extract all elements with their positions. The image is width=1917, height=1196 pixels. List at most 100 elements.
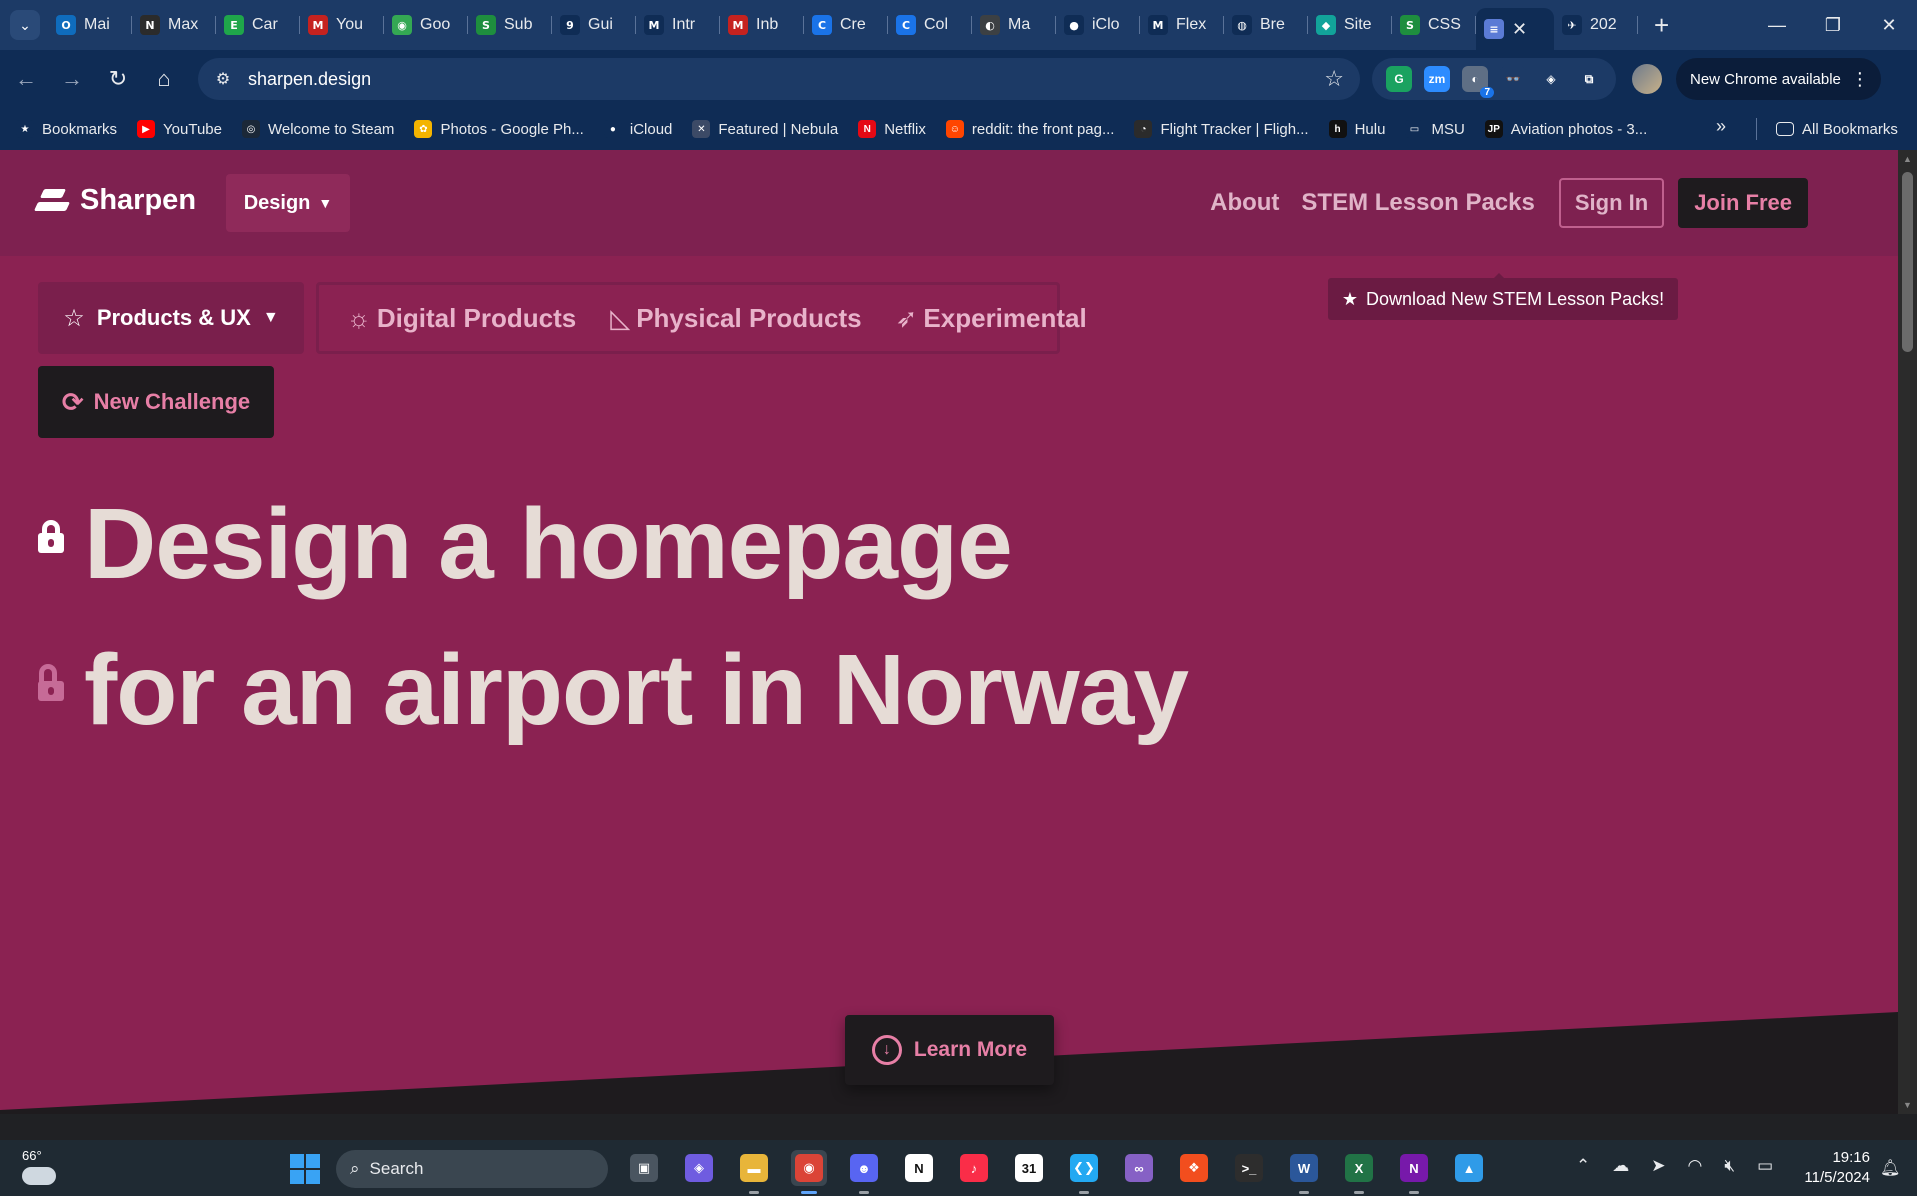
figma-icon[interactable]: ❖ (1176, 1150, 1212, 1186)
bookmark-item[interactable]: ◎ Welcome to Steam (241, 120, 394, 138)
address-bar[interactable]: ⚙ sharpen.design ☆ (198, 58, 1360, 100)
browser-tab[interactable]: S Sub (468, 8, 552, 42)
weather-widget[interactable]: 66° (22, 1148, 56, 1185)
location-icon[interactable]: ➤ (1651, 1156, 1665, 1176)
learn-more-button[interactable]: ↓ Learn More (845, 1015, 1054, 1085)
browser-tab[interactable]: N Max (132, 8, 216, 42)
restore-icon[interactable]: ❐ (1805, 0, 1861, 50)
visual-studio-icon[interactable]: ∞ (1121, 1150, 1157, 1186)
word-icon[interactable]: W (1286, 1150, 1322, 1194)
reload-icon[interactable]: ↻ (98, 59, 138, 99)
page-scrollbar[interactable]: ▲ ▼ (1898, 150, 1917, 1114)
more-bookmarks-chevron-icon[interactable]: » (1716, 116, 1726, 137)
subcategory-digital-products[interactable]: ☼ Digital Products (347, 303, 576, 334)
copilot-icon[interactable]: ◈ (681, 1150, 717, 1186)
glasses-extension-icon[interactable]: 👓 (1500, 66, 1526, 92)
bookmark-item[interactable]: ✿ Photos - Google Ph... (414, 120, 584, 138)
bookmark-item[interactable]: N Netflix (858, 120, 926, 138)
site-info-icon[interactable]: ⚙ (208, 64, 238, 94)
close-window-icon[interactable]: ✕ (1861, 0, 1917, 50)
browser-tab[interactable]: ◐ Ma (972, 8, 1056, 42)
browser-tab[interactable]: S CSS (1392, 8, 1476, 42)
new-challenge-button[interactable]: ⟳ New Challenge (38, 366, 274, 438)
browser-tab[interactable]: ◍ Bre (1224, 8, 1308, 42)
browser-tab[interactable]: ◆ Site (1308, 8, 1392, 42)
profile-avatar[interactable] (1632, 64, 1662, 94)
zoom-extension-icon[interactable]: zm (1424, 66, 1450, 92)
browser-tab[interactable]: ● iClo (1056, 8, 1140, 42)
onenote-icon[interactable]: N (1396, 1150, 1432, 1194)
bookmark-item[interactable]: ▭ MSU (1405, 120, 1465, 138)
bookmark-item[interactable]: ▶ YouTube (137, 120, 222, 138)
file-explorer-icon[interactable]: ▬ (736, 1150, 772, 1194)
sign-in-button[interactable]: Sign In (1558, 178, 1665, 228)
new-tab-button[interactable]: + (1654, 10, 1669, 41)
browser-tab[interactable]: M Flex (1140, 8, 1224, 42)
honey-extension-icon[interactable]: ◈ (1538, 66, 1564, 92)
minimize-icon[interactable]: — (1749, 0, 1805, 50)
all-bookmarks-button[interactable]: All Bookmarks (1776, 108, 1898, 150)
taskbar-search[interactable]: ⌕ Search (336, 1150, 608, 1188)
subcategory-experimental[interactable]: ➶ Experimental (896, 303, 1087, 334)
bookmark-item[interactable]: h Hulu (1328, 120, 1385, 138)
browser-tab[interactable]: E Car (216, 8, 300, 42)
chrome-icon[interactable]: ◉ (791, 1150, 827, 1194)
sharpen-logo[interactable]: Sharpen (33, 184, 196, 217)
chevron-up-icon[interactable]: ⌃ (1576, 1156, 1590, 1176)
task-view-icon[interactable]: ▣ (626, 1150, 662, 1186)
close-tab-icon[interactable]: ✕ (1512, 19, 1527, 40)
browser-tab[interactable]: ◉ Goo (384, 8, 468, 42)
vscode-icon[interactable]: ❮❯ (1066, 1150, 1102, 1194)
url-text[interactable]: sharpen.design (248, 69, 1324, 90)
browser-tab[interactable]: ✈ 202 (1554, 8, 1638, 42)
browser-tab[interactable]: M Intr (636, 8, 720, 42)
category-dropdown[interactable]: ☆ Products & UX ▼ (38, 282, 304, 354)
design-dropdown[interactable]: Design ▼ (226, 174, 350, 232)
tab-search-button[interactable]: ⌄ (10, 10, 40, 40)
notion-icon[interactable]: N (901, 1150, 937, 1186)
subcategory-physical-products[interactable]: ◺ Physical Products (610, 303, 861, 334)
puzzle-extension-icon[interactable]: ⧉ (1576, 66, 1602, 92)
scrollbar-thumb[interactable] (1902, 172, 1913, 352)
about-link[interactable]: About (1210, 189, 1279, 217)
browser-tab[interactable]: M You (300, 8, 384, 42)
notification-bell-icon[interactable]: 🔔︎ (1880, 1158, 1900, 1178)
terminal-icon[interactable]: >_ (1231, 1150, 1267, 1186)
cloud-off-icon[interactable]: ☁ (1612, 1156, 1629, 1176)
back-arrow-icon[interactable]: ← (6, 59, 46, 99)
bookmark-item[interactable]: JP Aviation photos - 3... (1484, 120, 1647, 138)
home-icon[interactable]: ⌂ (144, 59, 184, 99)
bookmark-item[interactable]: ☺ reddit: the front pag... (945, 120, 1114, 138)
music-icon[interactable]: ♪ (956, 1150, 992, 1186)
windows-start-icon[interactable] (290, 1154, 320, 1184)
kebab-menu-icon[interactable]: ⋮ (1851, 69, 1869, 90)
scroll-down-icon[interactable]: ▼ (1903, 1100, 1912, 1110)
unlock-icon[interactable] (38, 664, 64, 701)
stem-download-banner[interactable]: ★ Download New STEM Lesson Packs! (1328, 273, 1678, 320)
chrome-update-button[interactable]: New Chrome available ⋮ (1676, 58, 1881, 100)
discord-icon[interactable]: ☻ (846, 1150, 882, 1194)
stem-lesson-packs-link[interactable]: STEM Lesson Packs (1301, 189, 1534, 217)
bookmark-item[interactable]: ✕ Featured | Nebula (692, 120, 838, 138)
calendar-icon[interactable]: 31 (1011, 1150, 1047, 1186)
bookmark-item[interactable]: ◔ Flight Tracker | Fligh... (1134, 120, 1309, 138)
battery-icon[interactable]: ▭ (1757, 1156, 1773, 1176)
forward-arrow-icon[interactable]: → (52, 59, 92, 99)
photos-app-icon[interactable]: ▲ (1451, 1150, 1487, 1186)
join-free-button[interactable]: Join Free (1678, 178, 1808, 228)
bookmark-item[interactable]: ● iCloud (603, 120, 672, 138)
taskbar-clock[interactable]: 19:16 11/5/2024 (1796, 1148, 1870, 1188)
grammar-extension-icon[interactable]: G (1386, 66, 1412, 92)
browser-tab[interactable]: M Inb (720, 8, 804, 42)
lock-icon[interactable] (38, 520, 64, 553)
browser-tab[interactable]: O Mai (48, 8, 132, 42)
browser-tab[interactable]: C Cre (804, 8, 888, 42)
mute-icon[interactable]: 🔇︎ (1724, 1156, 1735, 1176)
wifi-icon[interactable]: ◠ (1688, 1156, 1703, 1176)
scroll-up-icon[interactable]: ▲ (1903, 154, 1912, 164)
chrome-extension-icon[interactable]: ◐ 7 (1462, 66, 1494, 98)
browser-tab[interactable]: 9 Gui (552, 8, 636, 42)
browser-tab[interactable]: C Col (888, 8, 972, 42)
bookmark-item[interactable]: ★ Bookmarks (16, 120, 117, 138)
tab-active[interactable]: ≡ ✕ (1476, 8, 1554, 50)
